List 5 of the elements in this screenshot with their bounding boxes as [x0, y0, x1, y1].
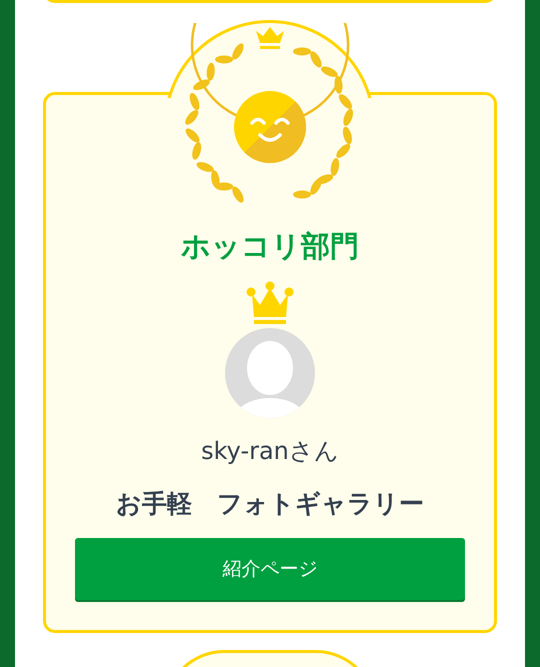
crown-icon — [246, 281, 294, 325]
category-title: ホッコリ部門 — [181, 228, 359, 264]
user-name: sky-ranさん — [201, 436, 339, 466]
work-title: お手軽 フォトギャラリー — [116, 488, 424, 520]
intro-page-button[interactable]: 紹介ページ — [75, 538, 465, 600]
